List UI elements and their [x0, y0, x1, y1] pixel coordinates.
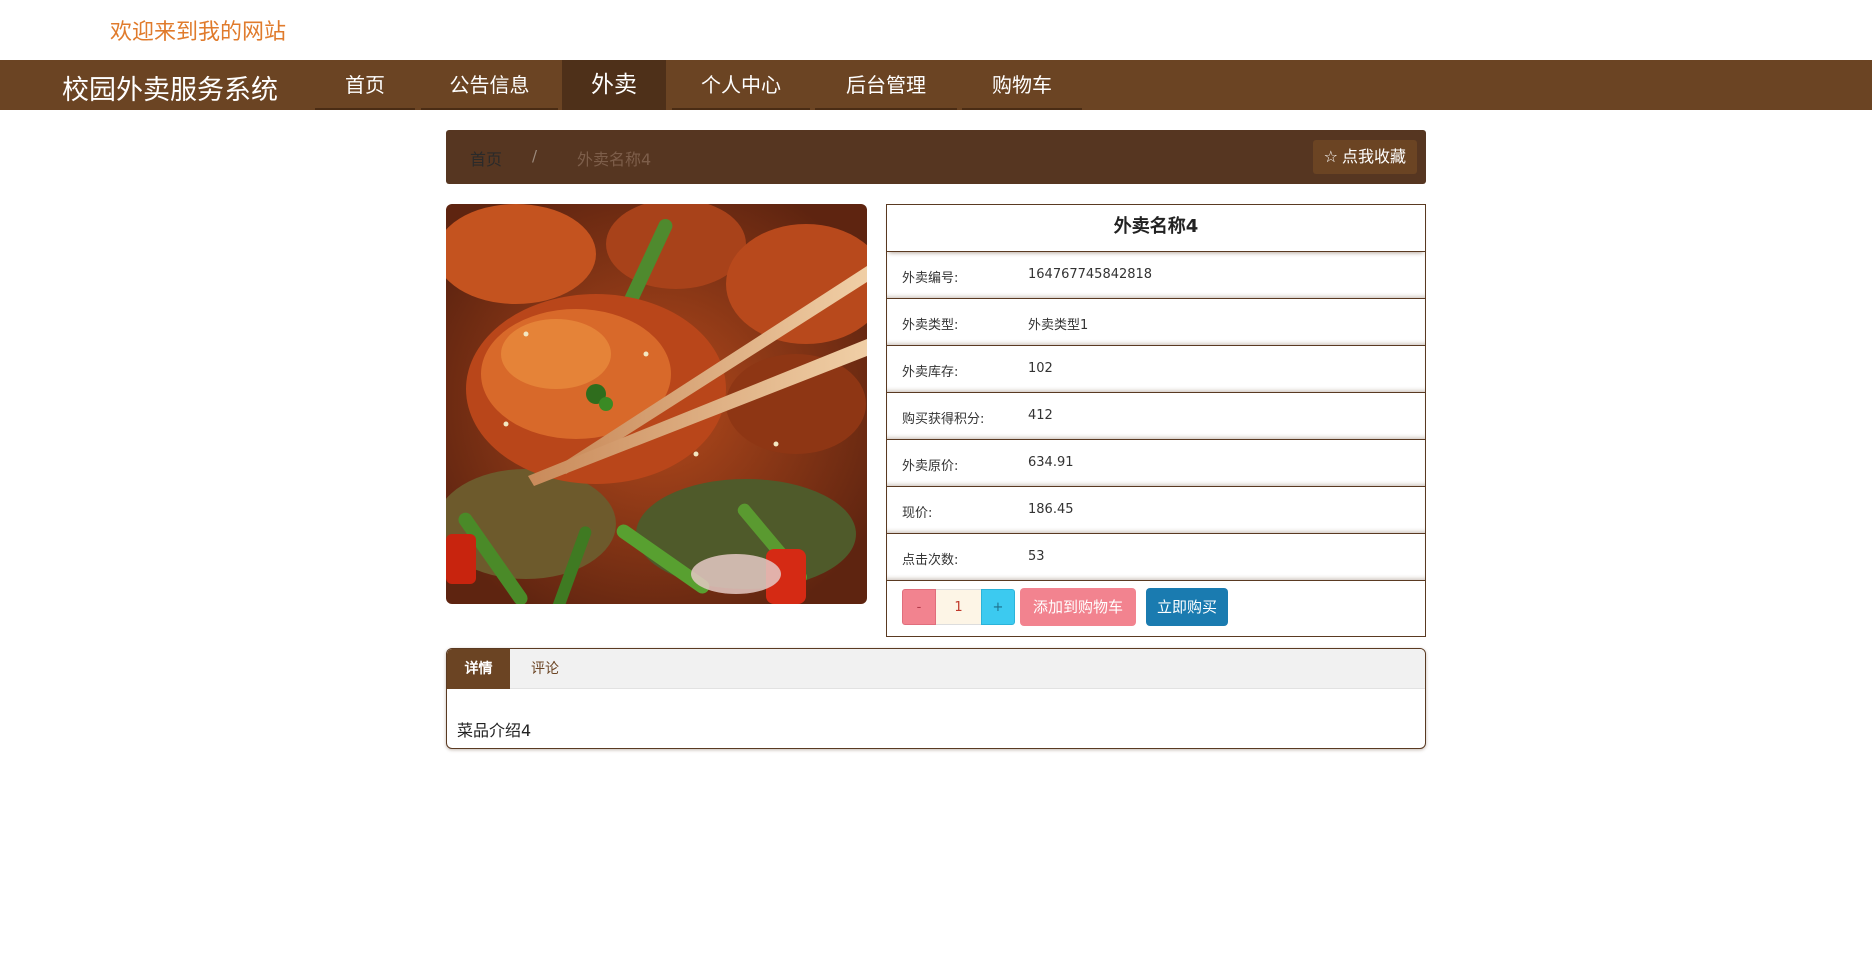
favorite-button-label: 点我收藏 [1341, 147, 1406, 166]
favorite-button[interactable]: ☆ 点我收藏 [1312, 140, 1417, 174]
breadcrumb: 首页 / 外卖名称4 ☆ 点我收藏 [446, 130, 1426, 184]
field-row-id: 外卖编号: 164767745842818 [887, 252, 1425, 299]
nav-announcements[interactable]: 公告信息 [421, 60, 558, 110]
breadcrumb-current: 外卖名称4 [577, 150, 652, 169]
field-row-type: 外卖类型: 外卖类型1 [887, 299, 1425, 346]
product-title: 外卖名称4 [887, 205, 1425, 252]
star-outline-icon: ☆ [1323, 147, 1338, 166]
field-value: 53 [1028, 549, 1045, 564]
field-row-current-price: 现价: 186.45 [887, 487, 1425, 534]
nav-takeout[interactable]: 外卖 [562, 60, 666, 110]
field-value: 102 [1028, 361, 1053, 376]
top-navbar: 校园外卖服务系统 首页 公告信息 外卖 个人中心 后台管理 购物车 [0, 60, 1872, 110]
tab-content: 菜品介绍4 [457, 721, 532, 740]
tab-details[interactable]: 详情 [447, 649, 510, 689]
field-value: 外卖类型1 [1028, 318, 1089, 333]
tab-header: 详情 评论 [447, 649, 1425, 689]
field-label: 点击次数: [902, 553, 959, 568]
field-label: 外卖类型: [902, 318, 959, 333]
nav-home[interactable]: 首页 [315, 60, 415, 110]
product-info-panel: 外卖名称4 外卖编号: 164767745842818 外卖类型: 外卖类型1 … [886, 204, 1426, 637]
field-value: 164767745842818 [1028, 267, 1153, 282]
purchase-actions: - 1 + 添加到购物车 立即购买 [887, 581, 1425, 634]
welcome-text: 欢迎来到我的网站 [110, 20, 287, 45]
field-label: 外卖原价: [902, 459, 959, 474]
site-brand[interactable]: 校园外卖服务系统 [62, 68, 278, 107]
detail-tabs-panel: 详情 评论 菜品介绍4 [446, 648, 1426, 749]
breadcrumb-home-link[interactable]: 首页 [470, 146, 502, 170]
tab-comments[interactable]: 评论 [510, 649, 580, 689]
buy-now-button[interactable]: 立即购买 [1146, 588, 1228, 626]
field-label: 现价: [902, 506, 933, 521]
quantity-increase-button[interactable]: + [981, 589, 1015, 625]
product-image [446, 204, 867, 604]
field-row-original-price: 外卖原价: 634.91 [887, 440, 1425, 487]
nav-admin[interactable]: 后台管理 [815, 60, 957, 110]
field-label: 购买获得积分: [902, 412, 985, 427]
field-value: 186.45 [1028, 502, 1074, 517]
field-label: 外卖库存: [902, 365, 959, 380]
quantity-input[interactable]: 1 [936, 589, 981, 625]
nav-cart[interactable]: 购物车 [962, 60, 1082, 110]
add-to-cart-button[interactable]: 添加到购物车 [1020, 588, 1136, 626]
field-label: 外卖编号: [902, 271, 959, 286]
field-row-points: 购买获得积分: 412 [887, 393, 1425, 440]
nav-personal-center[interactable]: 个人中心 [672, 60, 810, 110]
breadcrumb-separator: / [532, 147, 538, 165]
field-value: 634.91 [1028, 455, 1074, 470]
field-row-stock: 外卖库存: 102 [887, 346, 1425, 393]
quantity-decrease-button[interactable]: - [902, 589, 936, 625]
field-value: 412 [1028, 408, 1053, 423]
field-row-clicks: 点击次数: 53 [887, 534, 1425, 581]
